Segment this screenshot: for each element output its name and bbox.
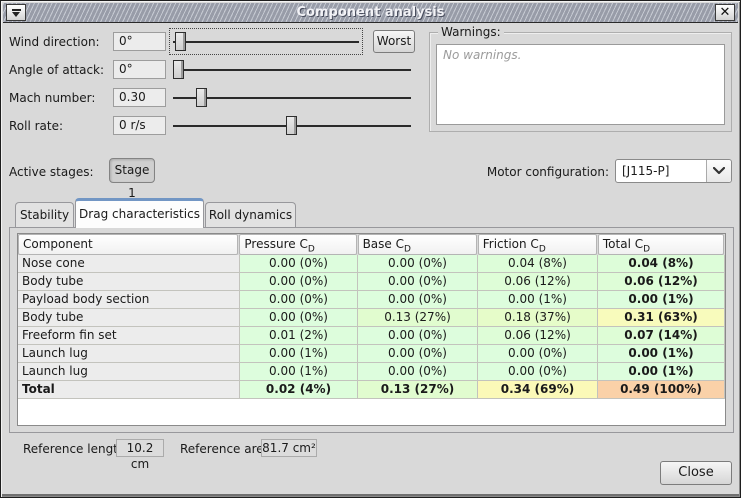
table-row[interactable]: Launch lug0.00 (1%)0.00 (0%)0.00 (0%)0.0… (18, 345, 725, 363)
component-cell: Payload body section (18, 291, 240, 309)
value-cell: 0.00 (0%) (240, 309, 358, 327)
value-cell: 0.00 (1%) (478, 291, 598, 309)
value-cell: 0.02 (4%) (240, 381, 358, 399)
roll-rate-label: Roll rate: (9, 119, 111, 133)
slider-thumb[interactable] (196, 88, 207, 107)
value-cell: 0.06 (12%) (478, 273, 598, 291)
value-cell: 0.00 (0%) (358, 363, 478, 381)
stage-1-toggle-button[interactable]: Stage 1 (109, 158, 155, 183)
motor-configuration-label: Motor configuration: (469, 165, 609, 179)
value-cell: 0.31 (63%) (598, 309, 725, 327)
value-cell: 0.13 (27%) (358, 381, 478, 399)
table-row[interactable]: Freeform fin set0.01 (2%)0.00 (0%)0.06 (… (18, 327, 725, 345)
component-cell: Body tube (18, 273, 240, 291)
value-cell: 0.00 (1%) (598, 291, 725, 309)
table-header-row: ComponentPressure CDBase CDFriction CDTo… (18, 234, 725, 255)
value-cell: 0.00 (1%) (598, 363, 725, 381)
value-cell: 0.00 (0%) (478, 363, 598, 381)
value-cell: 0.00 (1%) (598, 345, 725, 363)
close-icon: ✕ (720, 5, 731, 20)
component-analysis-dialog: Component analysis ✕ Wind direction: Ang… (0, 0, 741, 498)
table-body: Nose cone0.00 (0%)0.00 (0%)0.04 (8%)0.04… (18, 255, 725, 399)
mach-number-label: Mach number: (9, 91, 111, 105)
motor-configuration-value: [J115-P] (622, 160, 669, 182)
value-cell: 0.34 (69%) (478, 381, 598, 399)
value-cell: 0.00 (0%) (358, 255, 478, 273)
mach-number-slider[interactable] (173, 88, 411, 107)
table-row[interactable]: Total0.02 (4%)0.13 (27%)0.34 (69%)0.49 (… (18, 381, 725, 399)
mach-number-field[interactable]: 0.30 (113, 88, 166, 107)
component-cell: Nose cone (18, 255, 240, 273)
column-header-2[interactable]: Base CD (358, 234, 477, 255)
column-header-3[interactable]: Friction CD (478, 234, 597, 255)
reference-length-value: 10.2 cm (116, 439, 164, 457)
wind-direction-field[interactable]: 0° (113, 32, 166, 51)
wind-direction-label: Wind direction: (9, 35, 111, 49)
motor-configuration-select[interactable]: [J115-P] (615, 159, 732, 183)
close-button[interactable]: Close (660, 461, 732, 485)
reference-area-value: 81.7 cm² (261, 439, 317, 457)
value-cell: 0.06 (12%) (598, 273, 725, 291)
value-cell: 0.00 (0%) (478, 345, 598, 363)
value-cell: 0.18 (37%) (478, 309, 598, 327)
warnings-list: No warnings. (436, 44, 725, 125)
value-cell: 0.06 (12%) (478, 327, 598, 345)
value-cell: 0.04 (8%) (598, 255, 725, 273)
roll-rate-slider[interactable] (173, 116, 411, 135)
value-cell: 0.00 (0%) (358, 327, 478, 345)
slider-thumb[interactable] (286, 116, 297, 135)
value-cell: 0.00 (0%) (240, 273, 358, 291)
title-bar[interactable]: Component analysis ✕ (3, 3, 738, 23)
table-row[interactable]: Launch lug0.00 (1%)0.00 (0%)0.00 (0%)0.0… (18, 363, 725, 381)
value-cell: 0.04 (8%) (478, 255, 598, 273)
chevron-down-icon[interactable] (706, 160, 731, 182)
value-cell: 0.00 (0%) (358, 345, 478, 363)
value-cell: 0.00 (0%) (358, 273, 478, 291)
slider-thumb[interactable] (173, 60, 184, 79)
slider-track (173, 69, 411, 71)
worst-button[interactable]: Worst (373, 30, 415, 53)
warnings-group: Warnings: No warnings. (429, 32, 732, 132)
column-header-4[interactable]: Total CD (598, 234, 724, 255)
drag-table: ComponentPressure CDBase CDFriction CDTo… (18, 234, 725, 399)
window-title: Component analysis (3, 3, 738, 23)
table-row[interactable]: Payload body section0.00 (0%)0.00 (0%)0.… (18, 291, 725, 309)
value-cell: 0.07 (14%) (598, 327, 725, 345)
drag-characteristics-panel: ComponentPressure CDBase CDFriction CDTo… (9, 227, 734, 433)
column-header-1[interactable]: Pressure CD (239, 234, 356, 255)
value-cell: 0.49 (100%) (598, 381, 725, 399)
component-cell: Freeform fin set (18, 327, 240, 345)
slider-thumb[interactable] (175, 32, 186, 51)
component-cell: Launch lug (18, 345, 240, 363)
roll-rate-field[interactable]: 0 r/s (113, 116, 166, 135)
active-stages-label: Active stages: (9, 165, 94, 179)
angle-of-attack-label: Angle of attack: (9, 63, 111, 77)
component-cell: Total (18, 381, 240, 399)
slider-track (173, 41, 359, 43)
window-close-button[interactable]: ✕ (715, 4, 735, 21)
slider-track (173, 97, 411, 99)
value-cell: 0.00 (0%) (358, 291, 478, 309)
angle-of-attack-field[interactable]: 0° (113, 60, 166, 79)
component-cell: Launch lug (18, 363, 240, 381)
column-header-0[interactable]: Component (18, 234, 238, 255)
value-cell: 0.01 (2%) (240, 327, 358, 345)
value-cell: 0.00 (1%) (240, 345, 358, 363)
value-cell: 0.13 (27%) (358, 309, 478, 327)
tab-roll-dynamics[interactable]: Roll dynamics (205, 202, 296, 227)
value-cell: 0.00 (0%) (240, 291, 358, 309)
warnings-title: Warnings: (438, 25, 504, 39)
value-cell: 0.00 (0%) (240, 255, 358, 273)
tab-stability[interactable]: Stability (15, 202, 74, 227)
wind-direction-slider[interactable] (173, 32, 359, 51)
tab-drag-characteristics[interactable]: Drag characteristics (75, 198, 204, 228)
angle-of-attack-slider[interactable] (173, 60, 411, 79)
component-cell: Body tube (18, 309, 240, 327)
table-scrollpane[interactable]: ComponentPressure CDBase CDFriction CDTo… (17, 233, 726, 426)
table-row[interactable]: Body tube0.00 (0%)0.00 (0%)0.06 (12%)0.0… (18, 273, 725, 291)
table-row[interactable]: Nose cone0.00 (0%)0.00 (0%)0.04 (8%)0.04… (18, 255, 725, 273)
reference-length-label: Reference length: (23, 442, 130, 456)
value-cell: 0.00 (1%) (240, 363, 358, 381)
table-row[interactable]: Body tube0.00 (0%)0.13 (27%)0.18 (37%)0.… (18, 309, 725, 327)
